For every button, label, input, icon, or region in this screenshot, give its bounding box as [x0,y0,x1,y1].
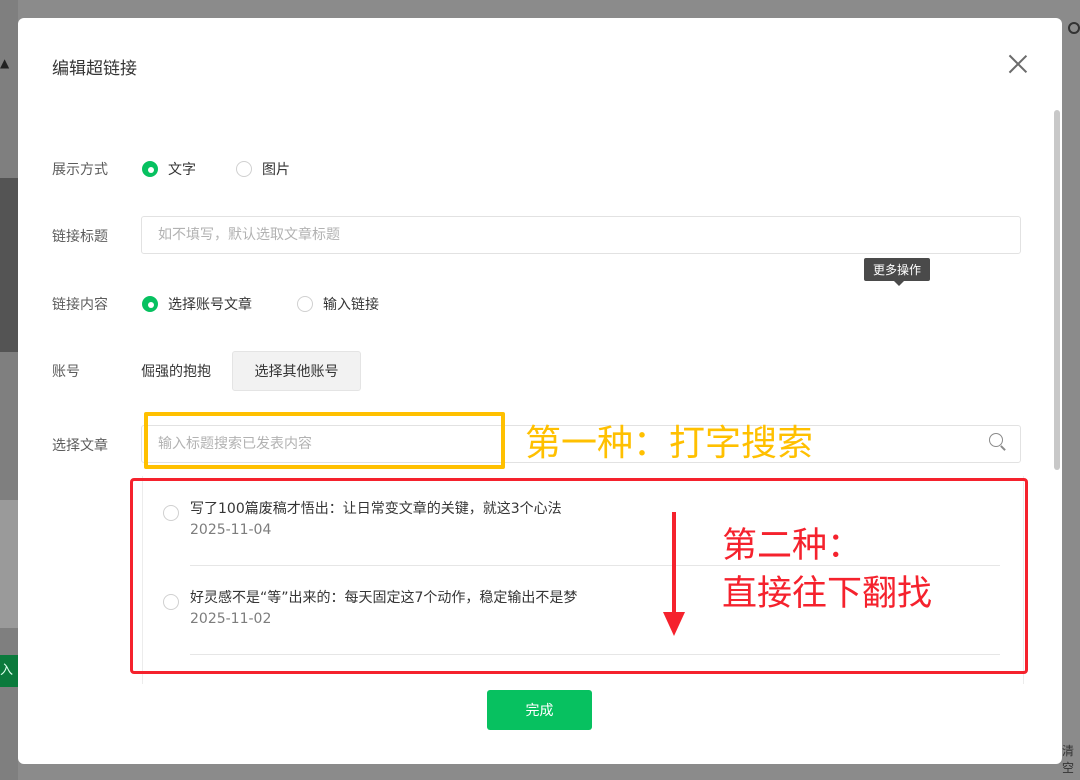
backdrop-panel [0,178,18,352]
link-content-url-radio[interactable]: 输入链接 [297,294,379,314]
radio-checked-icon [142,161,158,177]
annotation-method-two-line2: 直接往下翻找 [722,574,933,614]
backdrop-settings-icon [1068,22,1080,34]
backdrop-clear-text: 清空 [1062,744,1075,775]
backdrop-green-button: 入 [0,655,18,687]
link-title-input[interactable] [141,216,1021,254]
link-title-label: 链接标题 [52,229,108,245]
more-actions-tooltip: 更多操作 [864,258,931,286]
annotation-method-one: 第一种：打字搜索 [525,423,814,464]
search-icon[interactable] [989,433,1007,451]
link-content-article-label: 选择账号文章 [168,297,252,313]
link-content-url-label: 输入链接 [323,297,379,313]
display-mode-text-radio[interactable]: 文字 [142,159,196,179]
backdrop-panel-light [0,500,18,628]
close-icon[interactable] [1008,54,1028,74]
done-button[interactable]: 完成 [487,690,592,730]
radio-unchecked-icon [297,296,313,312]
display-mode-text-label: 文字 [168,162,196,178]
choose-other-account-button[interactable]: 选择其他账号 [232,351,361,391]
select-article-label: 选择文章 [52,438,108,454]
radio-unchecked-icon [236,161,252,177]
display-mode-label: 展示方式 [52,162,108,178]
backdrop-cap-icon: ▲ [0,56,10,70]
dialog-title: 编辑超链接 [52,59,137,79]
annotation-arrow-head-icon [663,612,685,636]
radio-checked-icon [142,296,158,312]
display-mode-image-label: 图片 [262,162,290,178]
display-mode-image-radio[interactable]: 图片 [236,159,290,179]
dialog-scrollbar[interactable] [1054,110,1060,470]
annotation-down-arrow-icon [672,512,676,616]
annotation-highlight-box-yellow [144,412,505,469]
account-label: 账号 [52,364,80,380]
link-content-article-radio[interactable]: 选择账号文章 [142,294,252,314]
account-name: 倔强的抱抱 [141,364,211,380]
annotation-method-two-line1: 第二种： [722,526,863,566]
link-content-label: 链接内容 [52,297,108,313]
annotation-method-two: 第二种： 直接往下翻找 [722,522,932,618]
